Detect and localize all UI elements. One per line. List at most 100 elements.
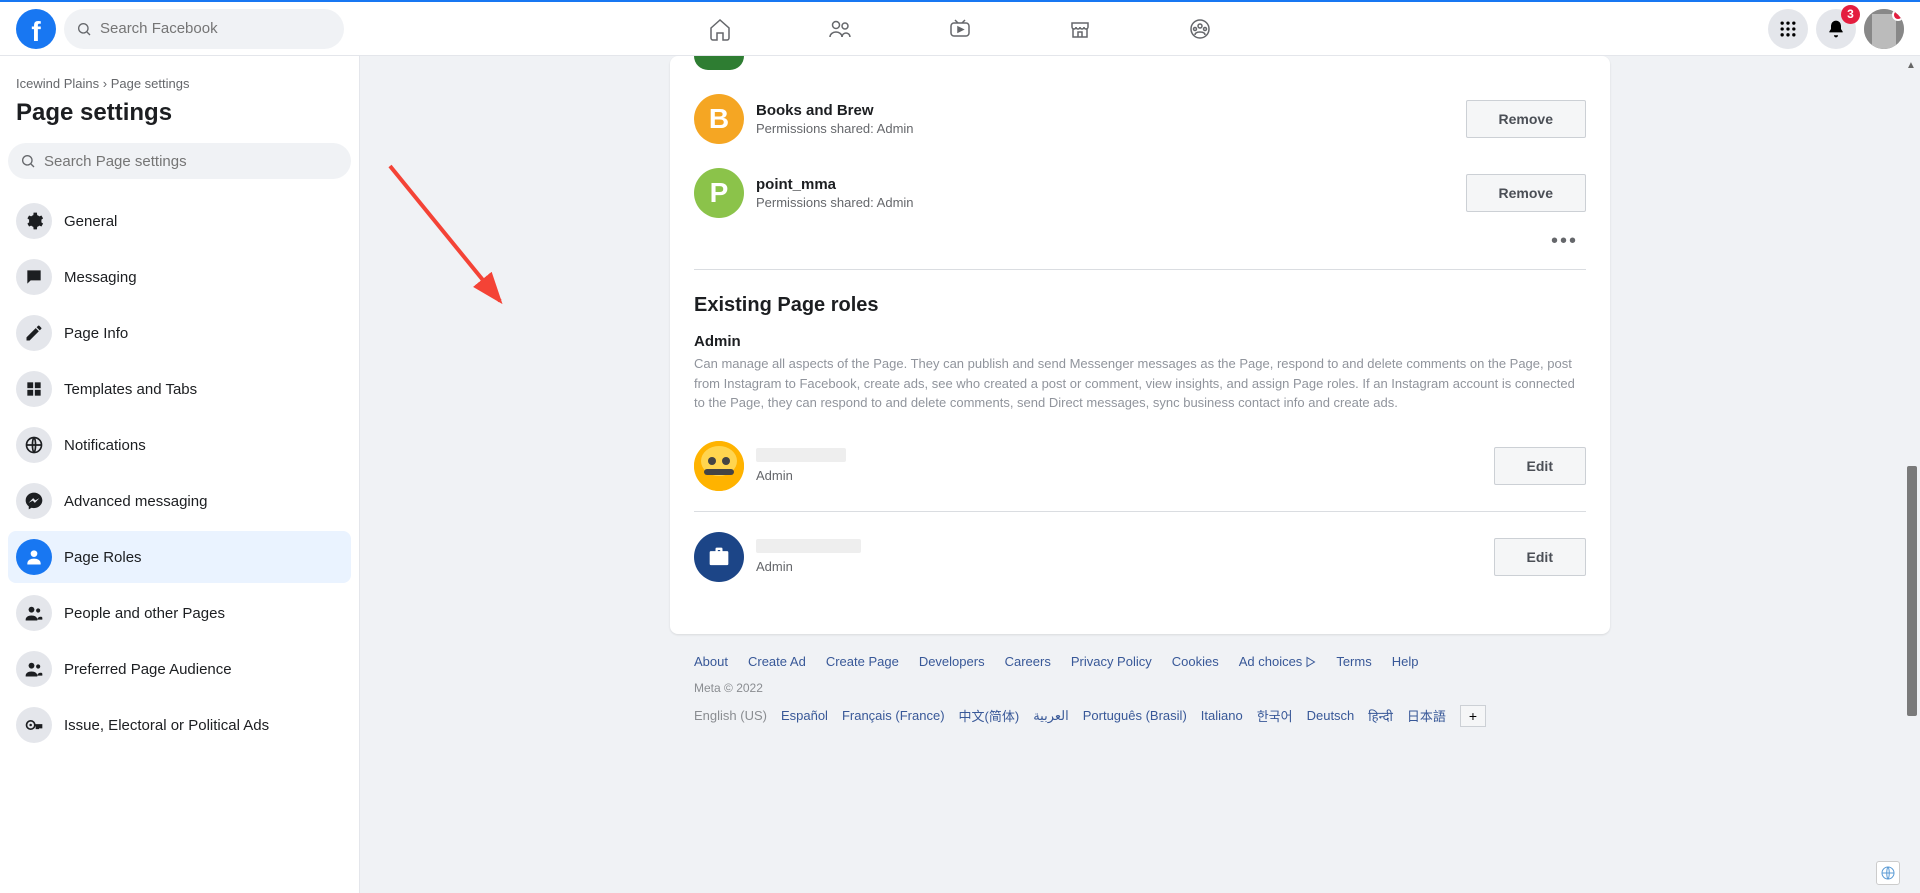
footer-link[interactable]: Privacy Policy — [1071, 654, 1152, 669]
footer-link[interactable]: Ad choices — [1239, 654, 1317, 669]
sidebar-item-page-roles[interactable]: Page Roles — [8, 531, 351, 583]
scrollbar-thumb[interactable] — [1907, 466, 1917, 716]
grid-icon — [1778, 19, 1798, 39]
lang-link[interactable]: العربية — [1033, 708, 1069, 724]
sidebar-item-audience[interactable]: Preferred Page Audience — [8, 643, 351, 695]
footer-link[interactable]: Developers — [919, 654, 985, 669]
lang-link[interactable]: हिन्दी — [1368, 707, 1393, 725]
user-role: Admin — [756, 468, 1494, 483]
remove-button[interactable]: Remove — [1466, 100, 1586, 138]
notifications-button[interactable]: 3 — [1816, 9, 1856, 49]
sidebar-item-label: Advanced messaging — [64, 493, 207, 510]
globe-corner-icon[interactable] — [1876, 861, 1900, 885]
existing-roles-heading: Existing Page roles — [694, 294, 1586, 317]
user-avatar — [694, 532, 744, 582]
avatar-badge-dot — [1892, 9, 1904, 21]
footer-link[interactable]: Cookies — [1172, 654, 1219, 669]
footer-languages: English (US) Español Français (France) 中… — [694, 705, 1586, 727]
right-icons: 3 — [1768, 9, 1904, 49]
content-card: B Books and Brew Permissions shared: Adm… — [670, 56, 1610, 634]
footer-copyright: Meta © 2022 — [694, 681, 1586, 695]
search-icon — [20, 153, 36, 169]
sidebar-item-label: People and other Pages — [64, 605, 225, 622]
sidebar-item-label: Notifications — [64, 437, 146, 454]
scrollbar[interactable] — [1909, 56, 1917, 893]
pencil-icon — [24, 323, 44, 343]
remove-button[interactable]: Remove — [1466, 174, 1586, 212]
lang-link[interactable]: Português (Brasil) — [1083, 708, 1187, 723]
role-description: Can manage all aspects of the Page. They… — [694, 354, 1586, 413]
sidebar-item-label: Messaging — [64, 269, 137, 286]
marketplace-icon — [1068, 17, 1092, 41]
lang-link[interactable]: Italiano — [1201, 708, 1243, 723]
nav-home[interactable] — [664, 5, 776, 53]
edit-button[interactable]: Edit — [1494, 447, 1586, 485]
watch-icon — [948, 17, 972, 41]
sidebar-item-label: General — [64, 213, 117, 230]
user-name-redacted — [756, 448, 846, 462]
lang-link[interactable]: Deutsch — [1307, 708, 1355, 723]
sidebar-item-general[interactable]: General — [8, 195, 351, 247]
sidebar-item-advanced-messaging[interactable]: Advanced messaging — [8, 475, 351, 527]
footer-links: About Create Ad Create Page Developers C… — [694, 654, 1586, 669]
top-navbar: f 3 — [0, 0, 1920, 56]
center-nav — [664, 5, 1256, 53]
lang-link[interactable]: Español — [781, 708, 828, 723]
adchoices-icon — [1304, 656, 1316, 668]
menu-button[interactable] — [1768, 9, 1808, 49]
lang-link[interactable]: 中文(简体) — [959, 706, 1020, 725]
home-icon — [708, 17, 732, 41]
divider — [694, 511, 1586, 512]
admin-row: Admin Edit — [694, 520, 1586, 594]
lang-more-button[interactable]: + — [1460, 705, 1486, 727]
chat-icon — [24, 267, 44, 287]
nav-groups[interactable] — [1144, 5, 1256, 53]
sidebar-item-label: Preferred Page Audience — [64, 661, 232, 678]
globe-icon — [24, 435, 44, 455]
account-avatar[interactable] — [1864, 9, 1904, 49]
sidebar-item-page-info[interactable]: Page Info — [8, 307, 351, 359]
sidebar-item-notifications[interactable]: Notifications — [8, 419, 351, 471]
sidebar-item-label: Templates and Tabs — [64, 381, 197, 398]
global-search[interactable] — [64, 9, 344, 49]
sidebar-item-people[interactable]: People and other Pages — [8, 587, 351, 639]
more-menu-icon[interactable]: ••• — [694, 230, 1586, 261]
footer-link[interactable]: Help — [1392, 654, 1419, 669]
settings-sidebar: Icewind Plains › Page settings Page sett… — [0, 56, 360, 893]
lang-link[interactable]: 日本語 — [1407, 706, 1446, 725]
breadcrumb-parent[interactable]: Icewind Plains — [16, 76, 99, 91]
app-name: point_mma — [756, 176, 1466, 193]
footer-link[interactable]: Terms — [1336, 654, 1371, 669]
annotation-arrow — [360, 56, 560, 336]
footer-link[interactable]: Careers — [1005, 654, 1051, 669]
breadcrumb-current[interactable]: Page settings — [111, 76, 190, 91]
global-search-input[interactable] — [100, 20, 332, 37]
sidebar-item-political-ads[interactable]: Issue, Electoral or Political Ads — [8, 699, 351, 751]
edit-button[interactable]: Edit — [1494, 538, 1586, 576]
sidebar-item-messaging[interactable]: Messaging — [8, 251, 351, 303]
lang-current: English (US) — [694, 708, 767, 723]
lang-link[interactable]: Français (France) — [842, 708, 945, 723]
user-role: Admin — [756, 559, 1494, 574]
settings-search[interactable] — [8, 143, 351, 179]
notification-badge: 3 — [1841, 5, 1860, 24]
footer-link[interactable]: Create Page — [826, 654, 899, 669]
footer-link[interactable]: About — [694, 654, 728, 669]
facebook-logo[interactable]: f — [16, 9, 56, 49]
lang-link[interactable]: 한국어 — [1257, 706, 1293, 725]
sidebar-item-label: Page Roles — [64, 549, 142, 566]
footer-link[interactable]: Create Ad — [748, 654, 806, 669]
breadcrumb: Icewind Plains › Page settings — [8, 72, 351, 95]
person-icon — [24, 547, 44, 567]
main-content: B Books and Brew Permissions shared: Adm… — [360, 56, 1920, 893]
app-permissions: Permissions shared: Admin — [756, 121, 1466, 136]
divider — [694, 269, 1586, 270]
nav-marketplace[interactable] — [1024, 5, 1136, 53]
friends-icon — [828, 17, 852, 41]
sidebar-item-label: Issue, Electoral or Political Ads — [64, 717, 269, 734]
sidebar-item-templates[interactable]: Templates and Tabs — [8, 363, 351, 415]
settings-search-input[interactable] — [44, 153, 339, 170]
nav-watch[interactable] — [904, 5, 1016, 53]
role-title: Admin — [694, 333, 1586, 350]
nav-friends[interactable] — [784, 5, 896, 53]
